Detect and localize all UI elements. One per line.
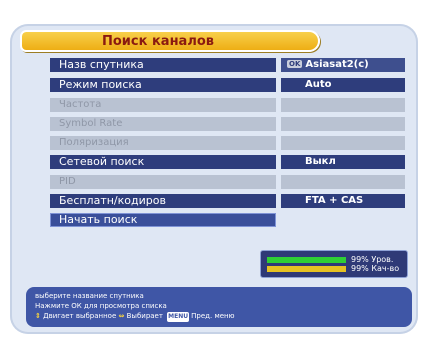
- menu-item-fta-cas[interactable]: Бесплатн/кодиров: [50, 194, 276, 208]
- signal-level-bar: [267, 257, 347, 263]
- help-select-text: Выбирает: [126, 312, 163, 320]
- polarization-value: [281, 136, 405, 150]
- menu-item-pid: PID: [50, 175, 276, 189]
- help-panel: выберите название спутника Нажмите ОК дл…: [26, 287, 412, 327]
- menu-item-search-mode[interactable]: Режим поиска: [50, 78, 276, 92]
- help-line-2: Нажмите ОК для просмотра списка: [35, 302, 167, 310]
- satellite-value[interactable]: OK Asiasat2(c): [281, 58, 405, 72]
- up-down-arrows-icon: ⇕: [35, 312, 41, 320]
- frequency-value: [281, 98, 405, 112]
- menu-item-polarization: Поляризация: [50, 136, 276, 150]
- help-move-text: Двигает выбранное: [43, 312, 117, 320]
- help-line-1: выберите название спутника: [35, 292, 144, 300]
- help-menu-text: Пред. меню: [191, 312, 235, 320]
- signal-quality-bar: [267, 266, 347, 272]
- signal-level-label: 99% Уров.: [351, 255, 394, 264]
- fta-cas-value[interactable]: FTA + CAS: [281, 194, 405, 208]
- ok-icon: OK: [287, 60, 303, 68]
- help-line-3: ⇕ Двигает выбранное ⇔ Выбирает MENU Пред.…: [35, 311, 412, 322]
- menu-item-symbol-rate: Symbol Rate: [50, 117, 276, 131]
- network-search-value[interactable]: Выкл: [281, 155, 405, 169]
- tv-menu-screen: Поиск каналов Назв спутника Режим поиска…: [0, 0, 433, 348]
- menu-key-icon: MENU: [167, 312, 190, 322]
- pid-value: [281, 175, 405, 189]
- satellite-value-text: Asiasat2(c): [305, 59, 369, 70]
- signal-quality-label: 99% Кач-во: [351, 264, 400, 273]
- menu-item-satellite-name[interactable]: Назв спутника: [50, 58, 276, 72]
- left-right-arrows-icon: ⇔: [118, 312, 125, 320]
- title-tab: Поиск каналов: [20, 30, 320, 52]
- symbol-rate-value: [281, 117, 405, 131]
- menu-item-frequency: Частота: [50, 98, 276, 112]
- menu-item-network-search[interactable]: Сетевой поиск: [50, 155, 276, 169]
- page-title: Поиск каналов: [102, 34, 215, 49]
- signal-meter: 99% Уров. 99% Кач-во: [260, 250, 408, 278]
- search-mode-value[interactable]: Auto: [281, 78, 405, 92]
- menu-item-start-search[interactable]: Начать поиск: [50, 213, 276, 227]
